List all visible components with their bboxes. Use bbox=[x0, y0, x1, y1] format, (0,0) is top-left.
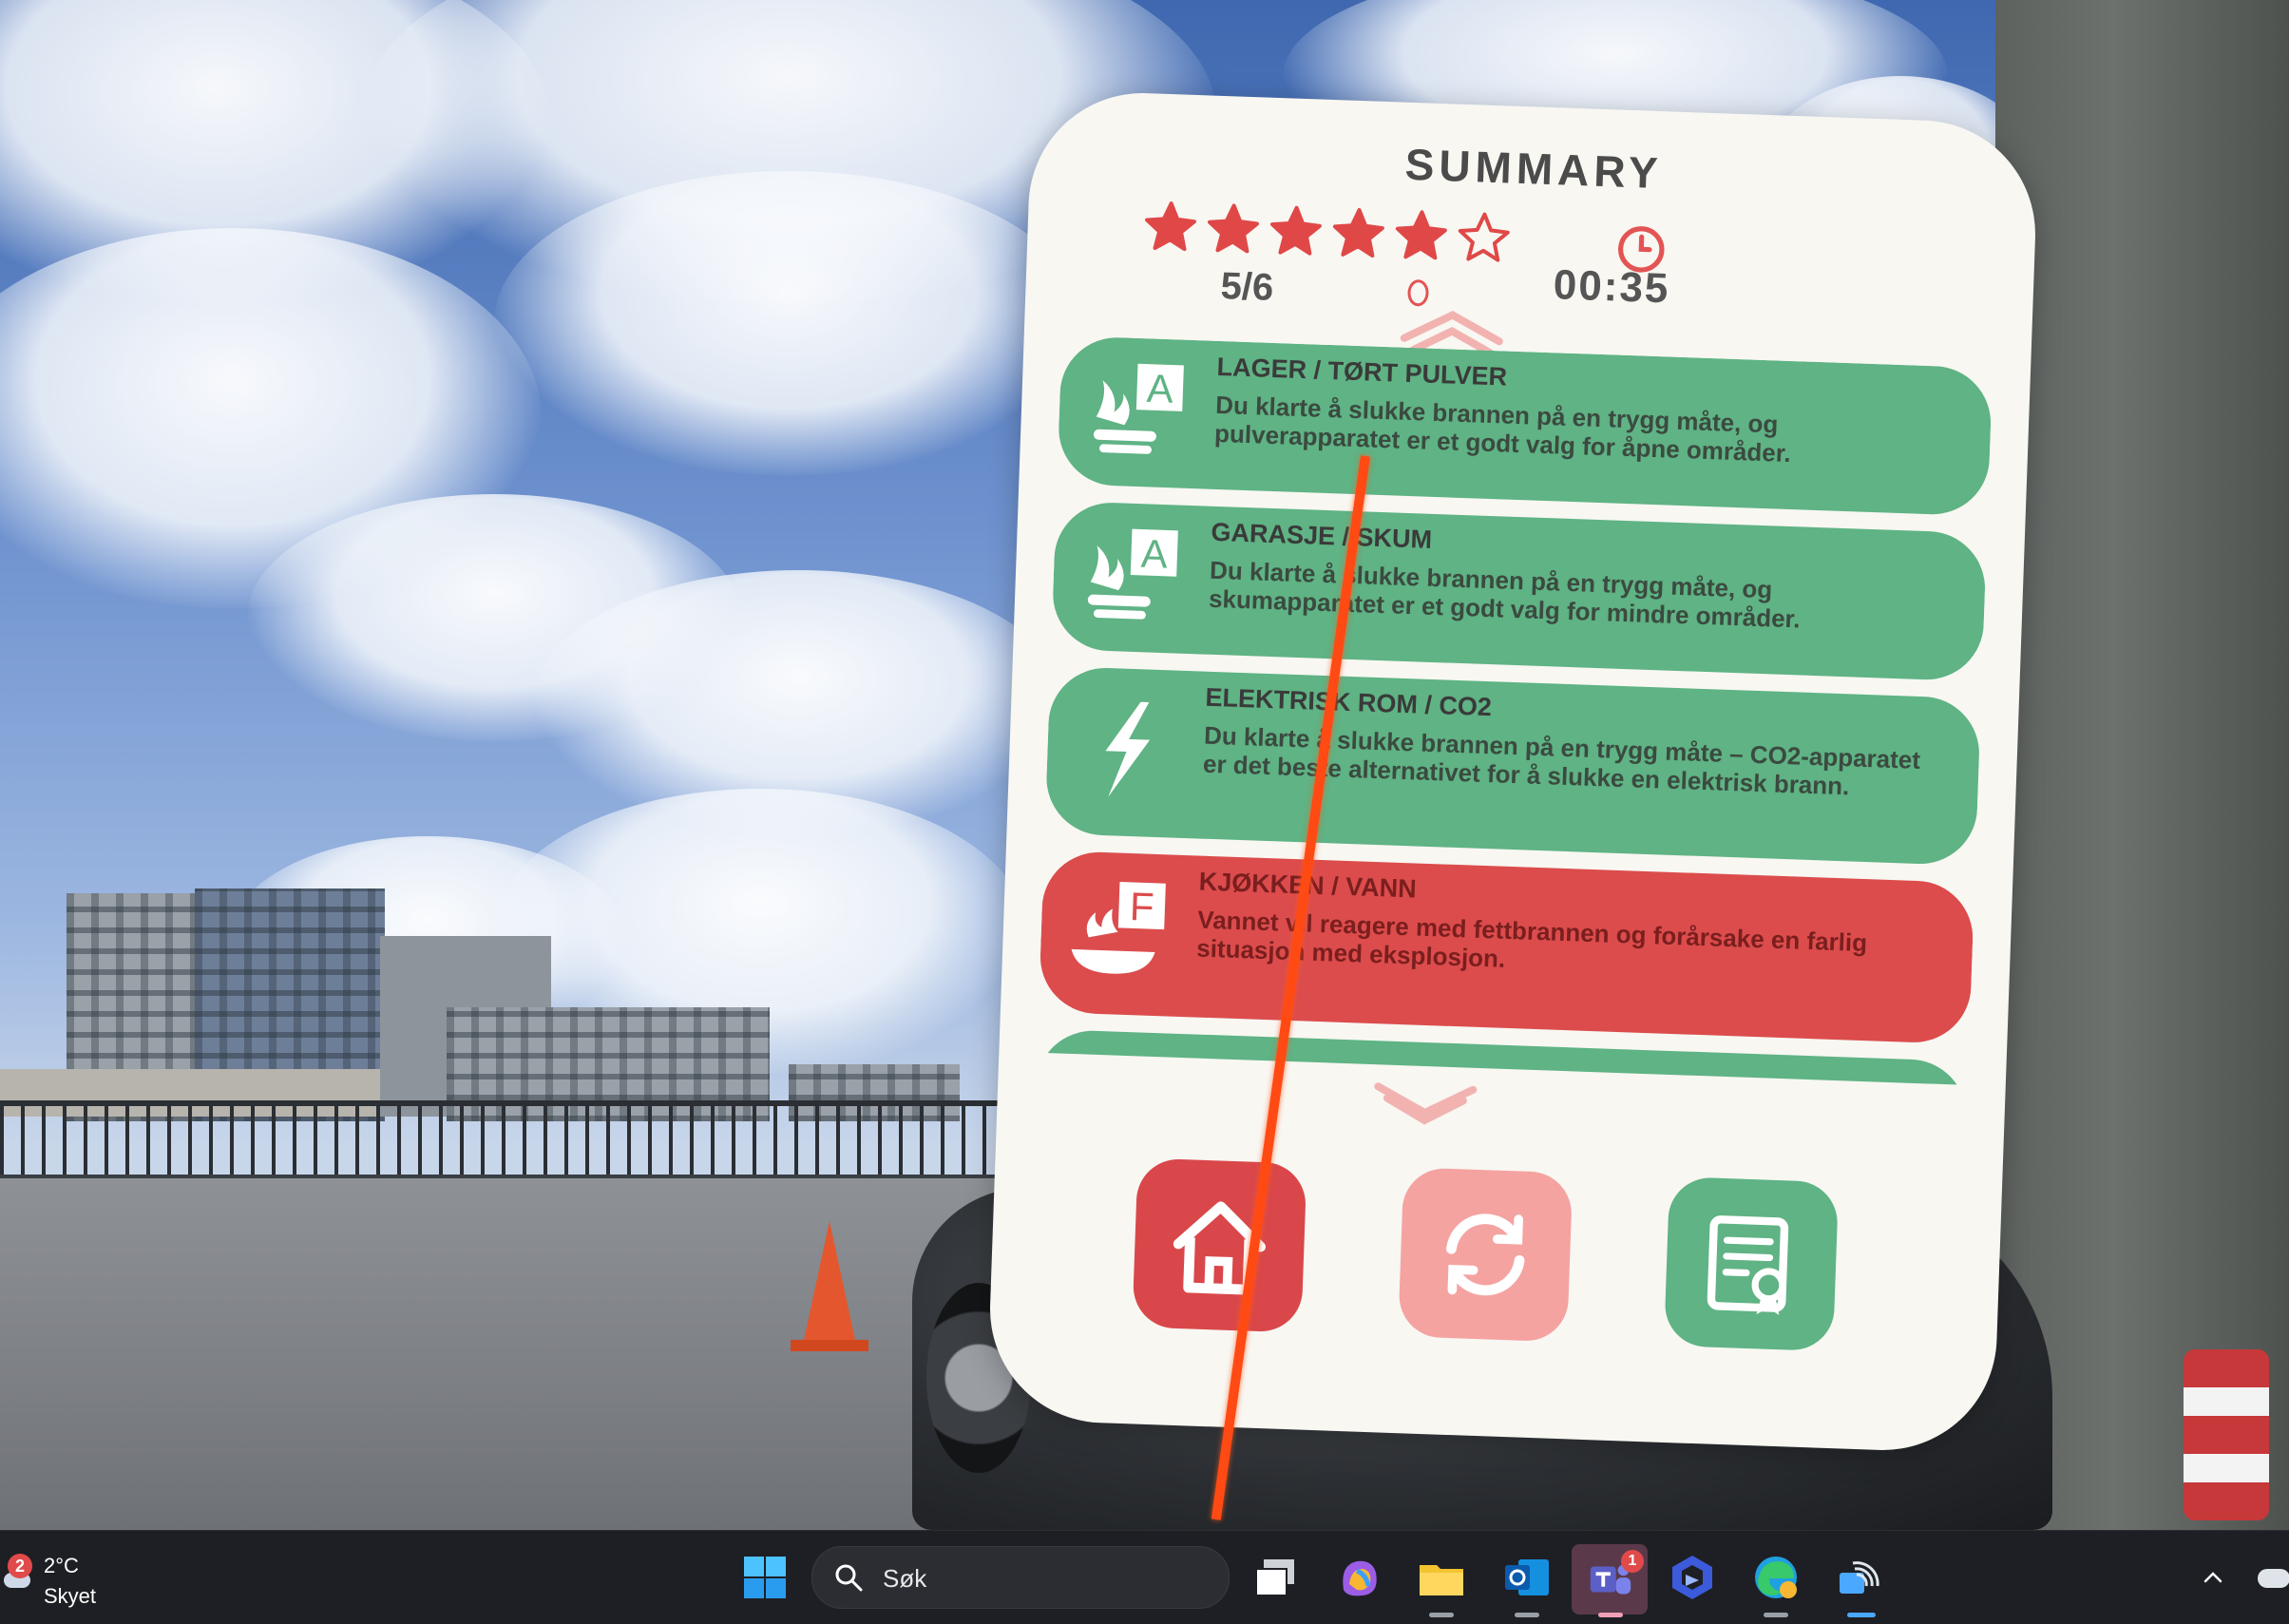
svg-text:A: A bbox=[1140, 531, 1169, 577]
vr-scene: SUMMARY 5/6 00:35 A LAGER / TØRT PULVER bbox=[0, 0, 2289, 1530]
svg-text:F: F bbox=[1129, 884, 1154, 929]
pointer-cursor bbox=[1407, 278, 1430, 307]
result-card-kitchen: F KJØKKEN / VANN Vannet vil reagere med … bbox=[1038, 850, 1975, 1044]
lightning-icon bbox=[1105, 701, 1151, 797]
fire-class-a-icon: A bbox=[1093, 363, 1184, 454]
weather-temperature: 2°C bbox=[44, 1554, 79, 1577]
search-placeholder: Søk bbox=[883, 1564, 927, 1593]
search-icon bbox=[835, 1564, 863, 1592]
traffic-cone-base bbox=[791, 1340, 868, 1351]
fire-class-a-icon: A bbox=[1087, 528, 1178, 620]
certificate-icon bbox=[1707, 1215, 1789, 1315]
summary-panel: SUMMARY 5/6 00:35 A LAGER / TØRT PULVER bbox=[985, 88, 2040, 1455]
active-indicator bbox=[1515, 1613, 1539, 1617]
restart-button[interactable] bbox=[1398, 1167, 1574, 1343]
rating-stars bbox=[1141, 198, 1514, 268]
scroll-down-icon[interactable] bbox=[1367, 1082, 1483, 1134]
traffic-cone bbox=[803, 1221, 856, 1345]
bing-icon[interactable] bbox=[1667, 1552, 1718, 1603]
active-indicator bbox=[1764, 1613, 1788, 1617]
star-filled-icon bbox=[1269, 205, 1322, 256]
result-title: GARASJE / SKUM bbox=[1211, 517, 1433, 554]
svg-text:A: A bbox=[1146, 366, 1174, 411]
star-filled-icon bbox=[1145, 201, 1196, 252]
active-indicator bbox=[1429, 1613, 1454, 1617]
copilot-icon[interactable] bbox=[1334, 1552, 1385, 1603]
star-filled-icon bbox=[1207, 203, 1259, 254]
restart-icon bbox=[1446, 1213, 1525, 1296]
weather-condition: Skyet bbox=[44, 1584, 97, 1608]
result-description: Du klarte å slukke brannen på en trygg m… bbox=[1213, 390, 1792, 468]
concrete-pillar bbox=[1995, 0, 2289, 1530]
elapsed-time: 00:35 bbox=[1553, 261, 1671, 313]
file-explorer-icon[interactable] bbox=[1416, 1552, 1467, 1603]
teams-notification-badge: 1 bbox=[1621, 1550, 1644, 1573]
onedrive-icon[interactable] bbox=[2258, 1569, 2289, 1588]
bollard bbox=[2184, 1349, 2269, 1520]
results-list[interactable]: A LAGER / TØRT PULVER Du klarte å slukke… bbox=[1037, 335, 1993, 1085]
result-description: Du klarte å slukke brannen på en trygg m… bbox=[1208, 555, 1802, 634]
fence bbox=[0, 1100, 1026, 1182]
star-empty-icon bbox=[1458, 212, 1510, 262]
certificate-button[interactable] bbox=[1664, 1176, 1840, 1352]
weather-widget[interactable]: 2 2°C Skyet bbox=[4, 1540, 137, 1616]
result-card-electrical: ELEKTRISK ROM / CO2 Du klarte å slukke b… bbox=[1044, 665, 1981, 867]
result-card-storage: A LAGER / TØRT PULVER Du klarte å slukke… bbox=[1057, 335, 1993, 517]
result-title: LAGER / TØRT PULVER bbox=[1216, 352, 1508, 392]
weather-notification-badge: 2 bbox=[8, 1554, 32, 1578]
cloud bbox=[247, 494, 741, 741]
cloud bbox=[494, 171, 1083, 475]
cast-icon[interactable] bbox=[1834, 1552, 1885, 1603]
result-title: ELEKTRISK ROM / CO2 bbox=[1205, 682, 1493, 722]
rating-score: 5/6 bbox=[1219, 264, 1274, 309]
search-box[interactable]: Søk bbox=[811, 1546, 1230, 1609]
result-card-garage: A GARASJE / SKUM Du klarte å slukke bran… bbox=[1051, 501, 1988, 682]
outlook-icon[interactable] bbox=[1501, 1552, 1553, 1603]
active-indicator bbox=[1598, 1613, 1623, 1617]
edge-icon[interactable] bbox=[1750, 1552, 1802, 1603]
home-button[interactable] bbox=[1132, 1157, 1307, 1333]
star-filled-icon bbox=[1395, 210, 1447, 260]
result-description: Vannet vil reagere med fettbrannen og fo… bbox=[1195, 905, 1868, 973]
active-indicator bbox=[1847, 1613, 1876, 1617]
teams-button[interactable]: 1 bbox=[1572, 1544, 1648, 1614]
task-view-icon[interactable] bbox=[1250, 1552, 1302, 1603]
taskbar: 2 2°C Skyet Søk 1 bbox=[0, 1530, 2289, 1624]
fire-class-f-icon: F bbox=[1071, 882, 1166, 974]
star-filled-icon bbox=[1332, 208, 1384, 258]
chevron-up-icon[interactable] bbox=[2201, 1565, 2225, 1590]
start-icon[interactable] bbox=[739, 1552, 791, 1603]
